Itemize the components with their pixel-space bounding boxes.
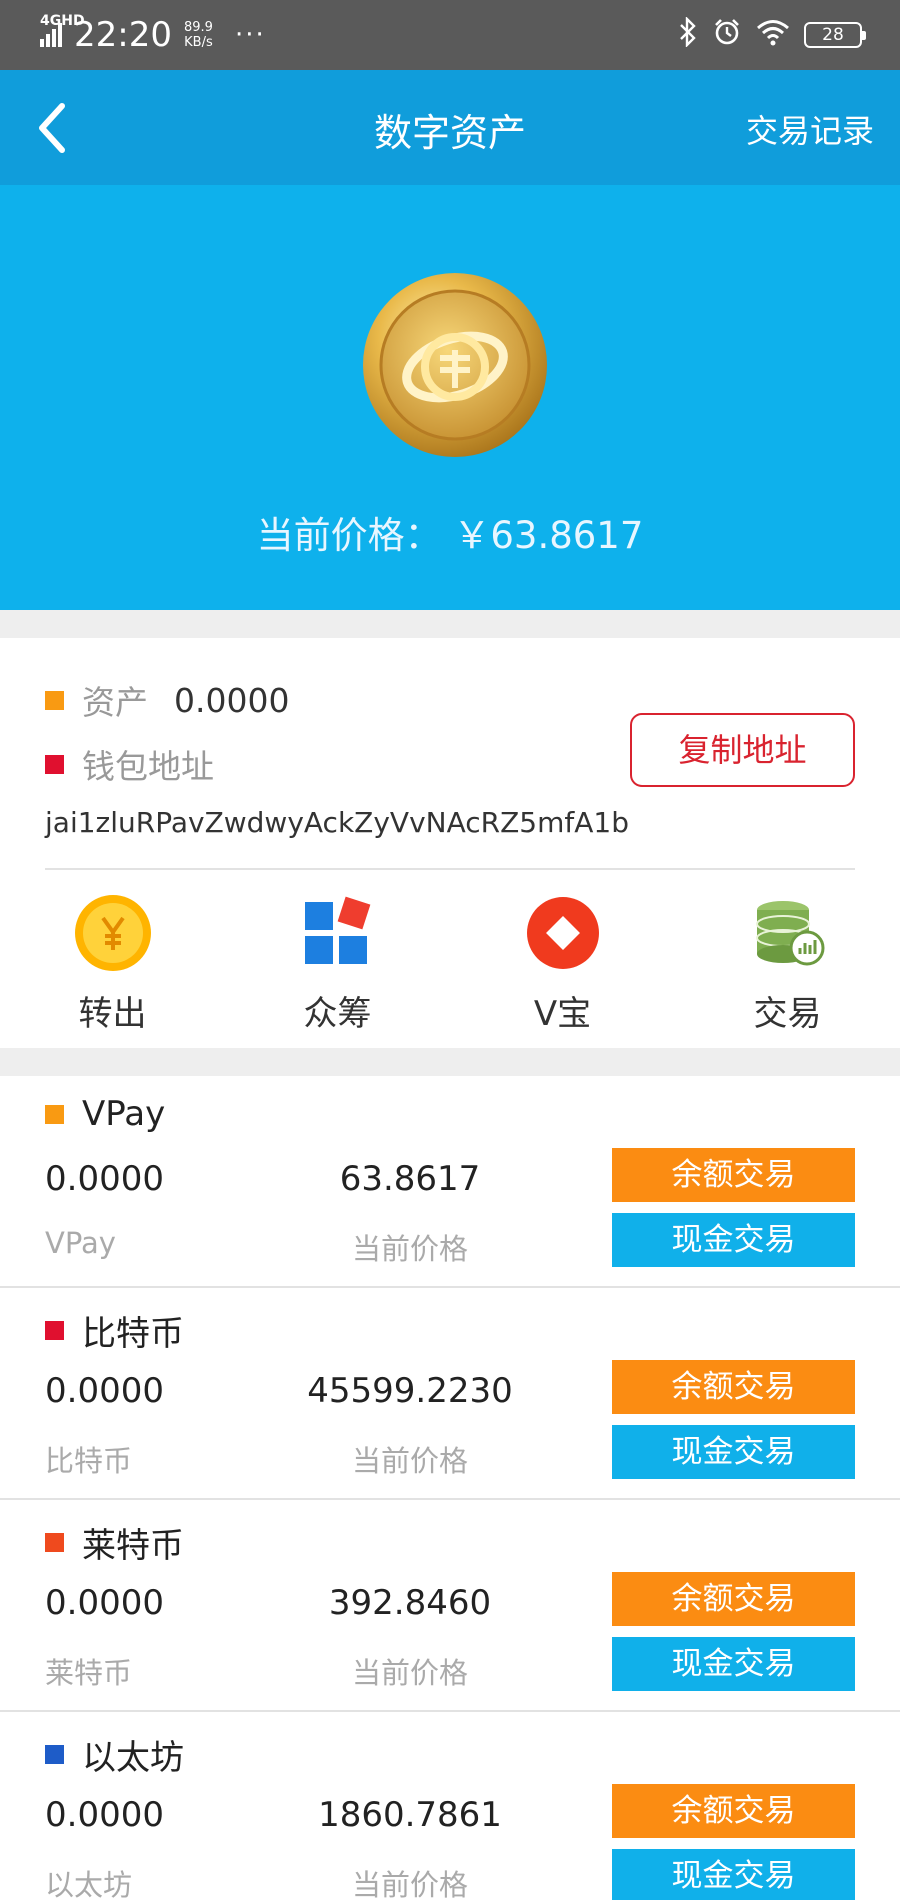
- speed-unit: KB/s: [184, 35, 213, 50]
- network-speed: 89.9 KB/s: [184, 20, 213, 50]
- nav-bar: 数字资产 交易记录: [0, 70, 900, 185]
- coin-name-text: 比特币: [82, 1314, 184, 1354]
- coin-price: 63.8617: [339, 1159, 481, 1199]
- balance-trade-button[interactable]: 余额交易: [612, 1360, 855, 1414]
- status-bar: 4GHD 22:20 89.9 KB/s ··· 28: [0, 0, 900, 70]
- coin-price: 45599.2230: [307, 1371, 513, 1411]
- coin-list: VPay 0.0000 63.8617 VPay 当前价格 余额交易 现金交易 …: [0, 1076, 900, 1900]
- quick-action-label: 转出: [78, 994, 147, 1034]
- transaction-history-link[interactable]: 交易记录: [746, 106, 874, 152]
- coin-marker: [45, 1533, 64, 1552]
- status-left: 4GHD 22:20 89.9 KB/s ···: [40, 12, 266, 58]
- cash-trade-button[interactable]: 现金交易: [612, 1637, 855, 1691]
- alarm-icon: [712, 17, 742, 54]
- coin-name-text: 以太坊: [82, 1738, 184, 1778]
- coin-marker: [45, 1321, 64, 1340]
- asset-row: 资产 0.0000: [45, 676, 289, 724]
- divider: [45, 868, 855, 870]
- list-item: 比特币 0.0000 45599.2230 比特币 当前价格 余额交易 现金交易: [0, 1288, 900, 1500]
- status-time: 22:20: [74, 15, 172, 55]
- coin-price: 392.8460: [328, 1583, 492, 1623]
- coin-balance: 0.0000: [45, 1159, 164, 1199]
- battery-icon: 28: [804, 22, 866, 48]
- asset-marker: [45, 690, 64, 710]
- balance-trade-button[interactable]: 余额交易: [612, 1784, 855, 1838]
- cash-trade-button[interactable]: 现金交易: [612, 1849, 855, 1900]
- status-right: 28: [678, 12, 866, 58]
- wallet-label: 钱包地址: [82, 747, 214, 786]
- quick-action-label: 交易: [753, 994, 822, 1034]
- asset-label: 资产: [82, 683, 148, 722]
- coin-name-text: VPay: [82, 1094, 166, 1134]
- coin-balance-label: 比特币: [45, 1444, 133, 1478]
- asset-value: 0.0000: [174, 680, 290, 720]
- quick-action-crowdfund[interactable]: 众筹: [225, 888, 450, 1035]
- cash-trade-button[interactable]: 现金交易: [612, 1425, 855, 1479]
- quick-action-v-treasure[interactable]: V宝: [450, 888, 675, 1035]
- v-treasure-icon: [518, 888, 608, 978]
- quick-actions: 转出 众筹 V宝 交易: [0, 888, 900, 1034]
- crowdfund-blocks-icon: [293, 888, 383, 978]
- list-item: 以太坊 0.0000 1860.7861 以太坊 当前价格 余额交易 现金交易: [0, 1712, 900, 1900]
- coin-name-text: 莱特币: [82, 1526, 184, 1566]
- coin-balance: 0.0000: [45, 1795, 164, 1835]
- current-price: 当前价格： ￥63.8617: [256, 514, 644, 557]
- coin-marker: [45, 1104, 64, 1124]
- coin-balance-label: VPay: [45, 1226, 116, 1260]
- wallet-address: jai1zluRPavZwdwyAckZyVvNAcRZ5mfA1b: [45, 806, 629, 839]
- wifi-icon: [756, 18, 790, 53]
- list-item: 莱特币 0.0000 392.8460 莱特币 当前价格 余额交易 现金交易: [0, 1500, 900, 1712]
- vpay-coin-logo: [360, 270, 550, 460]
- coin-balance-label: 以太坊: [45, 1868, 133, 1900]
- coin-name: VPay: [45, 1094, 165, 1134]
- wallet-marker: [45, 754, 64, 774]
- list-item: VPay 0.0000 63.8617 VPay 当前价格 余额交易 现金交易: [0, 1076, 900, 1288]
- copy-address-button[interactable]: 复制地址: [630, 713, 855, 787]
- coin-price: 1860.7861: [318, 1795, 502, 1835]
- coin-name: 莱特币: [45, 1518, 184, 1567]
- asset-card: 资产 0.0000 钱包地址 复制地址 jai1zluRPavZwdwyAckZ…: [0, 638, 900, 1048]
- coin-name: 比特币: [45, 1306, 184, 1355]
- coin-name: 以太坊: [45, 1730, 184, 1779]
- coin-price-label: 当前价格: [351, 1232, 468, 1266]
- coin-price-label: 当前价格: [351, 1656, 468, 1690]
- cash-trade-button[interactable]: 现金交易: [612, 1213, 855, 1267]
- quick-action-trade[interactable]: 交易: [675, 888, 900, 1035]
- coin-stack-chart-icon: [743, 888, 833, 978]
- network-type: 4GHD: [40, 13, 85, 29]
- speed-value: 89.9: [183, 20, 213, 35]
- coin-price-label: 当前价格: [351, 1868, 468, 1900]
- coin-marker: [45, 1745, 64, 1764]
- quick-action-label: V宝: [533, 994, 592, 1034]
- coin-price-label: 当前价格: [351, 1444, 468, 1478]
- bluetooth-icon: [678, 15, 698, 54]
- signal-icon: 4GHD: [40, 13, 85, 47]
- coin-balance: 0.0000: [45, 1583, 164, 1623]
- wallet-row: 钱包地址: [45, 740, 240, 788]
- quick-action-label: 众筹: [303, 994, 372, 1034]
- quick-action-transfer-out[interactable]: 转出: [0, 888, 225, 1035]
- balance-trade-button[interactable]: 余额交易: [612, 1148, 855, 1202]
- more-notifications-icon: ···: [234, 20, 266, 50]
- hero-banner: 当前价格： ￥63.8617: [0, 185, 900, 610]
- coin-balance-label: 莱特币: [45, 1656, 133, 1690]
- balance-trade-button[interactable]: 余额交易: [612, 1572, 855, 1626]
- coin-balance: 0.0000: [45, 1371, 164, 1411]
- yuan-coin-icon: [68, 888, 158, 978]
